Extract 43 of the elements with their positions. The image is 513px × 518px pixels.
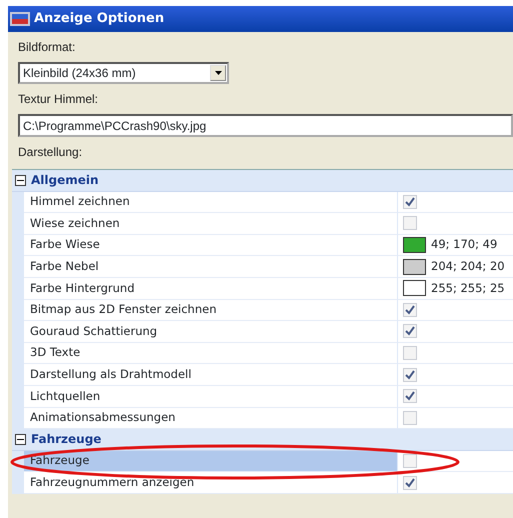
color-swatch[interactable] — [403, 280, 426, 296]
property-name[interactable]: Wiese zeichnen — [24, 213, 398, 235]
property-name[interactable]: Gouraud Schattierung — [24, 321, 398, 343]
property-name[interactable]: Himmel zeichnen — [24, 192, 398, 214]
color-swatch[interactable] — [403, 258, 426, 275]
checkbox[interactable] — [403, 324, 417, 338]
checkbox[interactable] — [403, 410, 417, 425]
row-gutter — [12, 472, 24, 494]
group-title: Allgemein — [31, 172, 99, 190]
checkbox[interactable] — [403, 389, 417, 404]
collapse-icon[interactable] — [15, 434, 26, 445]
color-value: 204; 204; 20 — [431, 258, 505, 276]
app-icon — [10, 11, 30, 27]
field-label: Textur Himmel: — [18, 91, 100, 108]
property-name[interactable]: Darstellung als Drahtmodell — [24, 364, 398, 386]
color-value: 49; 170; 49 — [431, 236, 498, 254]
property-name[interactable]: Fahrzeugnummern anzeigen — [24, 472, 398, 494]
checkbox[interactable] — [403, 454, 417, 468]
collapse-icon[interactable] — [15, 174, 26, 186]
group-title: Fahrzeuge — [31, 431, 102, 448]
field-label: Darstellung: — [18, 144, 84, 161]
property-name[interactable]: Farbe Nebel — [24, 256, 398, 278]
color-value: 255; 255; 25 — [431, 280, 505, 297]
checkbox[interactable] — [403, 476, 417, 490]
caret-icon — [214, 71, 222, 75]
property-name[interactable]: Farbe Hintergrund — [24, 278, 398, 300]
property-name[interactable]: Lichtquellen — [24, 386, 398, 408]
field-label: Bildformat: — [18, 39, 76, 56]
checkbox[interactable] — [403, 302, 417, 317]
format-dropdown[interactable]: Kleinbild (24x36 mm) — [18, 62, 229, 84]
property-name[interactable]: Bitmap aus 2D Fenster zeichnen — [24, 300, 398, 322]
window-title: Anzeige Optionen — [34, 10, 164, 28]
checkbox[interactable] — [403, 216, 417, 230]
checkbox[interactable] — [403, 194, 417, 209]
path-input-field[interactable]: C:\Programme\PCCrash90\sky.jpg — [18, 114, 513, 137]
property-name[interactable]: Farbe Wiese — [24, 234, 398, 256]
property-name[interactable]: Fahrzeuge — [24, 450, 398, 472]
checkbox[interactable] — [403, 346, 417, 360]
dropdown-button[interactable] — [210, 65, 226, 81]
property-name[interactable]: 3D Texte — [24, 342, 398, 364]
color-swatch[interactable] — [403, 237, 426, 254]
dropdown-value: Kleinbild (24x36 mm) — [23, 65, 136, 82]
checkbox[interactable] — [403, 368, 417, 382]
